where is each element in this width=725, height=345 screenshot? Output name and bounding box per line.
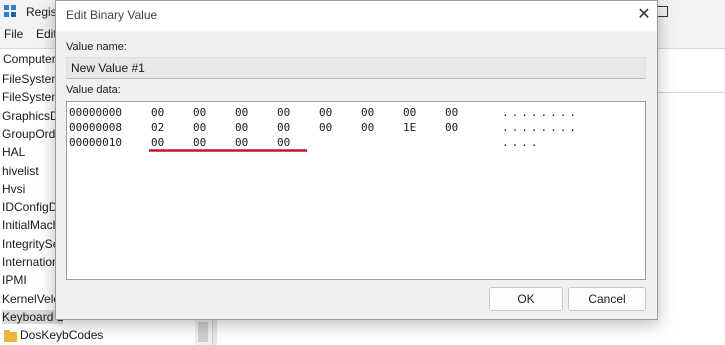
hex-byte[interactable]: 00 (193, 106, 206, 119)
hex-byte[interactable]: 00 (445, 106, 458, 119)
hex-byte[interactable]: 00 (445, 121, 458, 134)
hex-byte[interactable]: 00 (403, 106, 416, 119)
hex-ascii: ........ (502, 106, 579, 119)
hex-byte[interactable]: 00 (151, 136, 164, 149)
hex-byte[interactable]: 00 (151, 106, 164, 119)
tree-item[interactable]: FileSystem (2, 90, 61, 104)
hex-offset: 00000010 (69, 136, 122, 149)
hex-byte[interactable]: 00 (235, 121, 248, 134)
tree-item[interactable]: GraphicsD (2, 109, 59, 123)
tree-item[interactable]: Hvsi (2, 182, 25, 196)
hex-ascii: .... (502, 136, 541, 149)
value-data-editor[interactable]: 00000000 00 00 00 00 00 00 00 00........ 00000008… (66, 101, 646, 280)
menu-edit[interactable]: Edit (36, 27, 57, 41)
tree-item[interactable]: FileSystem (2, 72, 61, 86)
hex-offset: 00000000 (69, 106, 122, 119)
hex-byte[interactable]: 00 (193, 121, 206, 134)
tree-item-label: FileSystem (2, 90, 62, 105)
tree-item[interactable]: IDConfigD (2, 200, 57, 214)
tree-item-label: hivelist (2, 163, 39, 178)
tree-item-label: Hvsi (2, 181, 26, 196)
hex-byte[interactable]: 00 (361, 121, 374, 134)
tree-item-label: DosKeybCodes (20, 328, 104, 343)
tree-item-label: KernelVelo (2, 291, 61, 306)
tree-item-label: InitialMach (2, 218, 60, 233)
tree-item-label: IPMI (2, 273, 27, 288)
hex-byte[interactable]: 00 (319, 121, 332, 134)
highlight-underline (149, 149, 307, 152)
hex-byte[interactable]: 00 (235, 106, 248, 119)
close-icon[interactable]: ✕ (634, 6, 654, 26)
menu-file[interactable]: File (4, 27, 23, 41)
edit-binary-value-dialog: Edit Binary Value ✕ Value name: New Valu… (55, 0, 658, 320)
tree-item-label: FileSystem (2, 72, 62, 86)
tree-item[interactable]: IntegritySe (2, 237, 59, 251)
registry-app-icon (4, 5, 17, 18)
tree-item-label: IntegritySe (2, 236, 60, 251)
dialog-titlebar: Edit Binary Value ✕ (56, 1, 657, 31)
hex-byte[interactable]: 00 (361, 106, 374, 119)
cancel-button[interactable]: Cancel (568, 287, 646, 311)
hex-byte[interactable]: 00 (235, 136, 248, 149)
address-text: Computer (3, 52, 56, 66)
tree-item-label: HAL (2, 145, 26, 160)
tree-item-label: Internation (2, 255, 59, 269)
hex-offset: 00000008 (69, 121, 122, 134)
value-name-label: Value name: (66, 41, 127, 53)
tree-item[interactable]: GroupOrde (2, 127, 62, 141)
value-data-label: Value data: (66, 84, 121, 96)
tree-item[interactable]: InitialMach (2, 218, 59, 232)
tree-item[interactable]: hivelist (2, 164, 39, 178)
hex-byte[interactable]: 00 (319, 106, 332, 119)
tree-item-label: IDConfigD (2, 200, 58, 215)
dialog-title: Edit Binary Value (66, 8, 158, 22)
value-name-field: New Value #1 (66, 57, 646, 79)
hex-byte[interactable]: 00 (193, 136, 206, 149)
folder-icon (4, 330, 17, 343)
hex-byte[interactable]: 1E (403, 121, 416, 134)
tree-item-label: GraphicsD (2, 108, 59, 123)
hex-byte[interactable]: 02 (151, 121, 164, 134)
hex-ascii: ........ (502, 121, 579, 134)
tree-item[interactable]: DosKeybCodes (2, 328, 104, 343)
maximize-icon[interactable] (657, 6, 668, 17)
tree-item[interactable]: Internation (2, 255, 59, 269)
hex-byte[interactable]: 00 (277, 121, 290, 134)
tree-item[interactable]: HAL (2, 145, 25, 159)
ok-button[interactable]: OK (489, 287, 563, 311)
value-name-text: New Value #1 (71, 61, 145, 75)
tree-scrollbar-thumb[interactable] (198, 322, 208, 342)
tree-item-label: GroupOrde (2, 126, 63, 141)
tree-item[interactable]: KernelVelo (2, 292, 60, 306)
tree-item[interactable]: IPMI (2, 273, 27, 287)
hex-byte[interactable]: 00 (277, 136, 290, 149)
hex-byte[interactable]: 00 (277, 106, 290, 119)
